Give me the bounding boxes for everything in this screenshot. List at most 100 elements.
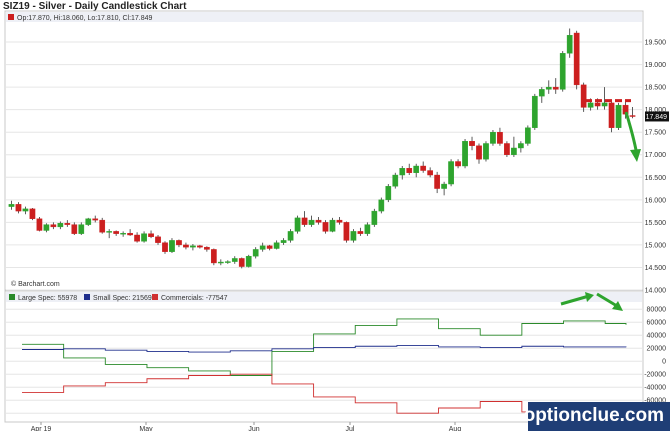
candle-body [190, 245, 196, 248]
candle-body [204, 246, 210, 250]
candle-body [343, 222, 350, 241]
candle-body [601, 102, 608, 107]
candle-body [399, 168, 406, 176]
x-tick-label: Jun [248, 426, 259, 431]
price-tick-label: 17.500 [645, 130, 667, 137]
candle-body [231, 258, 238, 262]
candle-body [92, 218, 99, 221]
candle-body [608, 102, 615, 128]
candle-body [85, 218, 92, 225]
candle-body [448, 161, 454, 185]
candle-body [518, 143, 524, 149]
price-tick-label: 14.000 [645, 288, 667, 295]
price-tick-label: 15.000 [645, 242, 667, 249]
candle-body [587, 102, 594, 108]
candle-body [629, 115, 636, 117]
candle-body [287, 231, 294, 241]
candle-body [559, 53, 566, 90]
candle-body [490, 132, 496, 144]
price-tick-label: 14.500 [645, 265, 667, 272]
price-tick-label: 19.000 [645, 62, 667, 69]
candle-body [106, 231, 113, 233]
candle-body [427, 170, 434, 176]
candle-body [566, 35, 573, 54]
candle-body [434, 174, 440, 189]
price-tick-label: 16.500 [645, 175, 667, 182]
candle-body [329, 219, 336, 232]
candle-body [245, 255, 252, 267]
candle-body [210, 249, 217, 264]
candle-body [36, 218, 43, 231]
candle-body [301, 217, 308, 225]
candle-body [552, 86, 559, 90]
candle-body [378, 199, 385, 212]
cot-legend-swatch [152, 294, 158, 300]
candle-body [29, 208, 36, 219]
candle-body [406, 168, 413, 173]
candle-body [43, 224, 50, 231]
cot-tick-label: 80000 [647, 307, 667, 314]
candle-body [57, 223, 64, 228]
candle-body [315, 219, 322, 223]
cot-tick-label: 20000 [647, 346, 667, 353]
candle-body [385, 186, 392, 201]
candle-body [538, 89, 545, 97]
candle-body [469, 141, 475, 146]
candle-body [531, 95, 538, 128]
candle-body [483, 143, 489, 160]
candle-body [336, 219, 343, 223]
x-tick-label: Apr 19 [31, 426, 52, 431]
candle-body [350, 231, 357, 241]
candle-body [371, 210, 378, 225]
candle-body [573, 32, 580, 86]
candle-body [224, 261, 231, 263]
cot-legend-label: Small Spec: 21569 [93, 295, 152, 302]
candle-body [308, 219, 315, 225]
chart-canvas: Op:17.870, Hi:18.060, Lo:17.810, Cl:17.8… [4, 10, 669, 431]
candle-body [22, 208, 29, 212]
cot-tick-label: 60000 [647, 320, 667, 327]
candle-body [420, 165, 427, 171]
candle-body [134, 234, 140, 242]
candle-body [113, 231, 120, 234]
candle-body [497, 132, 503, 144]
candle-body [594, 102, 601, 107]
price-tick-label: 17.000 [645, 152, 667, 159]
x-tick-label: Jul [346, 426, 355, 431]
candle-body [50, 224, 57, 228]
x-tick-label: May [139, 426, 153, 431]
candle-body [545, 86, 552, 90]
candle-body [155, 236, 161, 243]
candle-body [580, 84, 587, 108]
candle-body [273, 242, 280, 249]
cot-tick-label: -20000 [644, 372, 666, 379]
candle-body [71, 224, 78, 234]
cot-tick-label: 0 [662, 359, 666, 366]
candle-body [148, 233, 154, 238]
price-tick-label: 19.500 [645, 40, 667, 47]
candle-body [141, 233, 147, 242]
candle-body [64, 223, 71, 225]
candle-body [294, 217, 301, 232]
price-tick-label: 18.500 [645, 85, 667, 92]
candle-body [15, 204, 22, 212]
candle-body [120, 232, 126, 235]
candle-body [99, 219, 106, 233]
candle-body [183, 244, 189, 248]
price-tick-label: 15.500 [645, 220, 667, 227]
cot-tick-label: 40000 [647, 333, 667, 340]
candle-body [169, 240, 175, 252]
candle-body [357, 231, 364, 234]
candle-body [252, 249, 259, 257]
candle-body [413, 165, 420, 173]
ohlc-swatch [8, 14, 14, 20]
candle-body [197, 245, 203, 248]
cot-tick-label: -40000 [644, 385, 666, 392]
candle-body [455, 161, 461, 167]
candle-body [162, 242, 168, 252]
candle-body [238, 258, 245, 267]
cot-legend-swatch [84, 294, 90, 300]
candle-body [476, 145, 482, 160]
cot-legend-label: Large Spec: 55978 [18, 295, 77, 302]
candle-body [8, 204, 15, 207]
